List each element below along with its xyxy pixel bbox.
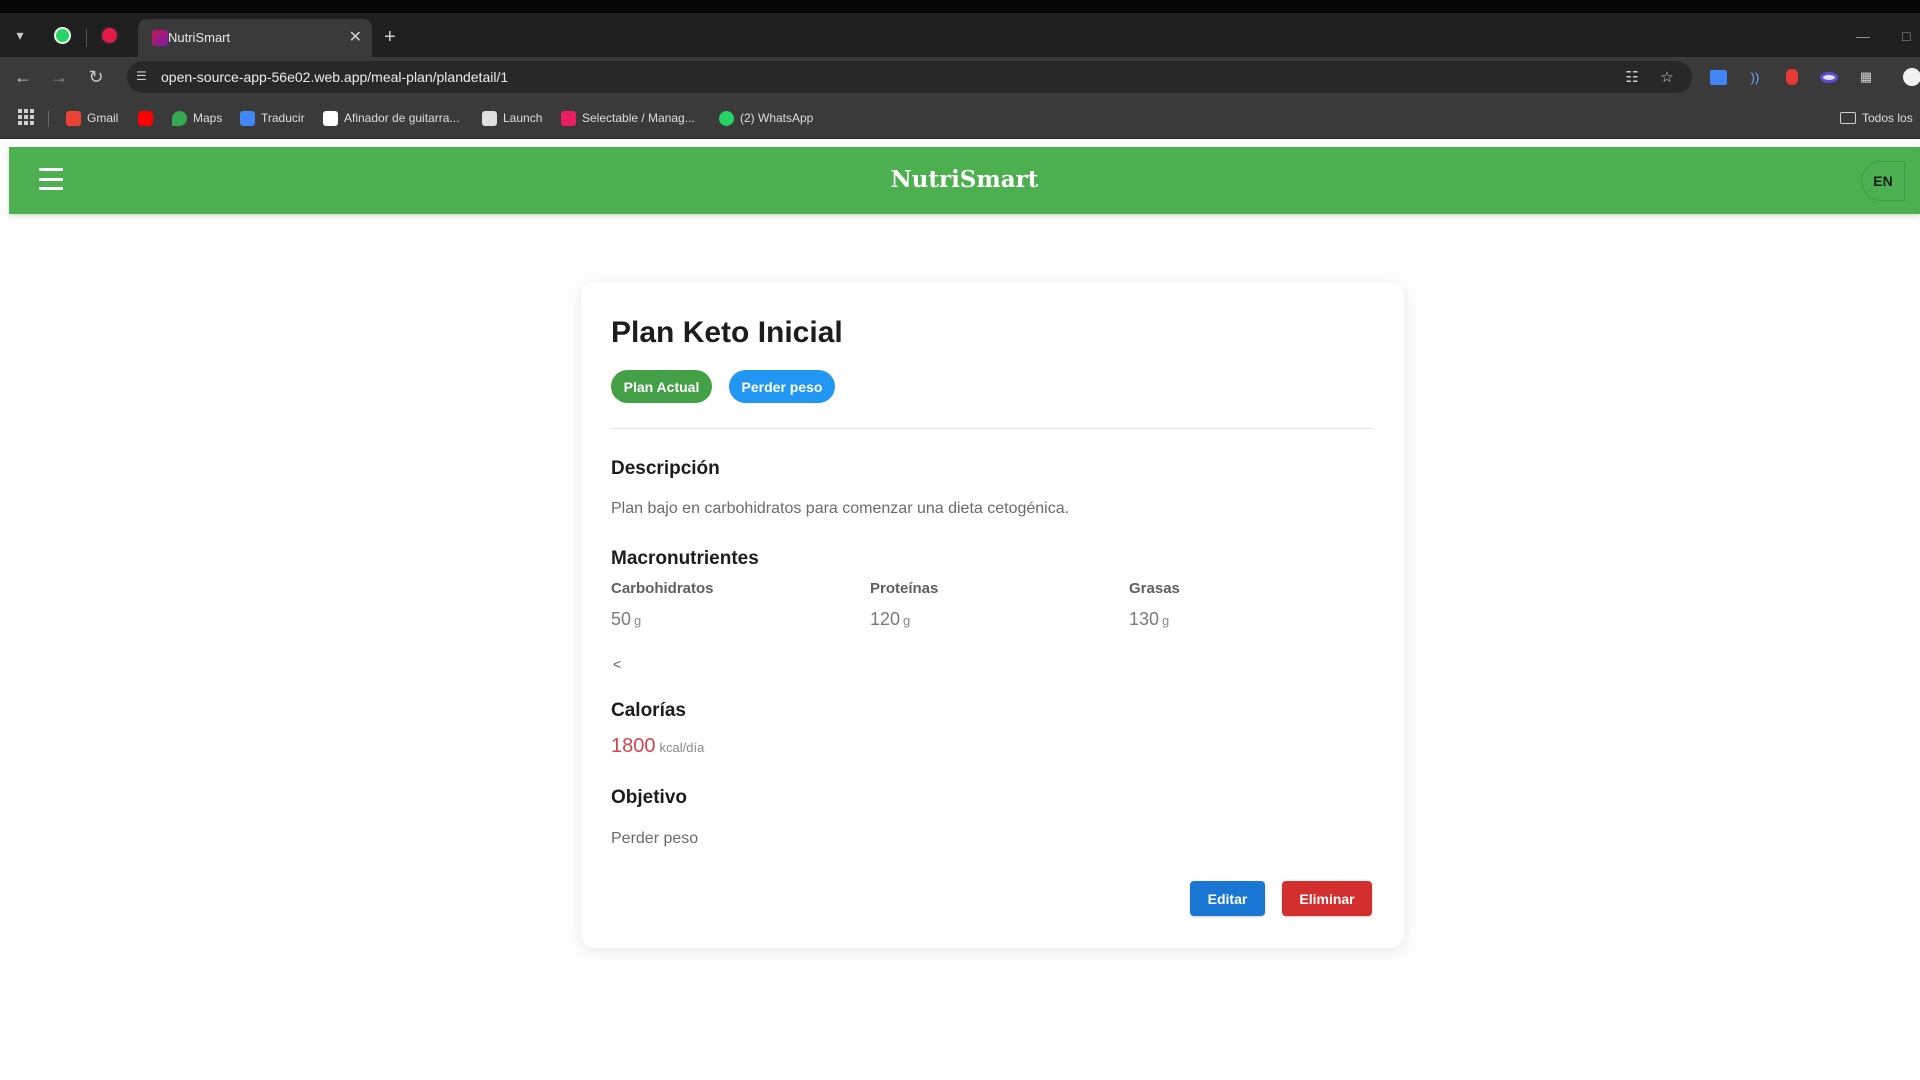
tab-close-icon[interactable]: ✕ — [349, 27, 362, 47]
macro-unit: g — [634, 613, 642, 628]
apps-grid-icon[interactable] — [18, 109, 34, 125]
bookmarks-separator — [48, 111, 49, 127]
browser-toolbar: ← → ↻ ☰ open-source-app-56e02.web.app/me… — [0, 57, 1920, 97]
translate-icon — [240, 110, 255, 126]
whatsapp-icon — [719, 110, 734, 126]
address-bar[interactable]: ☰ open-source-app-56e02.web.app/meal-pla… — [127, 61, 1692, 93]
bookmarks-folder[interactable]: Todos los — [1840, 107, 1913, 129]
badge-current-plan: Plan Actual — [611, 370, 712, 403]
bookmark-label: Afinador de guitarra... — [344, 111, 460, 125]
tab-search-chevron-icon[interactable]: ▾ — [6, 21, 34, 49]
macro-value: 50 — [611, 609, 632, 629]
new-tab-icon[interactable]: + — [384, 26, 396, 49]
web-page: NutriSmart EN Plan Keto Inicial Plan Act… — [0, 140, 1920, 1080]
tab-strip: ▾ NutriSmart ✕ + — □ — [0, 13, 1920, 57]
read-aloud-extension-icon[interactable]: )) — [1743, 65, 1767, 89]
url-text[interactable]: open-source-app-56e02.web.app/meal-plan/… — [161, 69, 508, 85]
extensions-puzzle-icon[interactable]: ▦ — [1854, 65, 1878, 89]
folder-icon — [1840, 112, 1856, 124]
window-top-edge — [0, 0, 1920, 13]
nutrismart-favicon-icon — [152, 30, 168, 46]
profile-avatar-icon[interactable] — [1900, 65, 1920, 89]
delete-button[interactable]: Eliminar — [1282, 881, 1372, 916]
app-header: NutriSmart EN — [9, 147, 1920, 214]
bookmark-selectable[interactable]: Selectable / Manag... — [561, 107, 695, 129]
macro-value: 120 — [870, 609, 901, 629]
reload-icon[interactable]: ↻ — [84, 65, 108, 89]
description-text: Plan bajo en carbohidratos para comenzar… — [611, 500, 1070, 517]
tab-separator — [86, 29, 87, 47]
bookmark-label: Launch — [503, 111, 543, 125]
tab-nutrismart[interactable]: NutriSmart ✕ — [138, 19, 372, 57]
bookmark-traducir[interactable]: Traducir — [240, 107, 305, 129]
bookmarks-folder-label: Todos los — [1862, 111, 1913, 125]
macro-unit: g — [1162, 613, 1170, 628]
objective-text: Perder peso — [611, 830, 699, 847]
plan-title: Plan Keto Inicial — [611, 316, 843, 349]
tab-title: NutriSmart — [168, 30, 231, 45]
macro-value-row: 120 g — [870, 609, 1110, 630]
plan-detail-card: Plan Keto Inicial Plan Actual Perder pes… — [581, 282, 1404, 948]
red-extension-icon[interactable] — [1780, 65, 1804, 89]
stray-character: < — [613, 656, 622, 672]
bookmark-label: Traducir — [261, 111, 305, 125]
whatsapp-icon — [53, 26, 71, 44]
translate-extension-icon[interactable] — [1706, 65, 1730, 89]
minimize-icon[interactable]: — — [1856, 28, 1870, 44]
calories-value: 1800 — [611, 735, 656, 757]
calories-row: 1800 kcal/día — [611, 735, 704, 758]
back-arrow-icon[interactable]: ← — [11, 65, 35, 89]
pinned-tab-media[interactable] — [96, 22, 122, 48]
macro-label: Proteínas — [870, 580, 939, 597]
selectable-icon — [561, 110, 576, 126]
eye-extension-icon[interactable] — [1817, 65, 1841, 89]
macro-carbs: Carbohidratos 50 g — [611, 580, 851, 630]
macro-fat: Grasas 130 g — [1129, 580, 1369, 630]
macro-unit: g — [903, 613, 911, 628]
macro-value-row: 50 g — [611, 609, 851, 630]
bookmark-whatsapp[interactable]: (2) WhatsApp — [719, 107, 813, 129]
macro-protein: Proteínas 120 g — [870, 580, 1110, 630]
youtube-icon — [138, 110, 153, 126]
maps-pin-icon — [172, 110, 187, 126]
macro-value-row: 130 g — [1129, 609, 1369, 630]
bookmark-label: (2) WhatsApp — [740, 111, 814, 125]
pinned-tab-whatsapp[interactable] — [49, 22, 75, 48]
calories-heading: Calorías — [611, 700, 686, 721]
bookmark-star-icon[interactable]: ☆ — [1657, 67, 1677, 87]
macros-heading: Macronutrientes — [611, 548, 759, 569]
forward-arrow-icon[interactable]: → — [47, 65, 71, 89]
objective-heading: Objetivo — [611, 787, 688, 808]
edit-button[interactable]: Editar — [1190, 881, 1265, 916]
macro-label: Grasas — [1129, 580, 1180, 597]
site-settings-icon[interactable]: ☰ — [136, 69, 152, 85]
bookmark-youtube[interactable] — [138, 107, 153, 129]
bookmark-label: Gmail — [87, 111, 119, 125]
macro-value: 130 — [1129, 609, 1160, 629]
macro-label: Carbohidratos — [611, 580, 714, 597]
bookmarks-bar: Gmail Maps Traducir Afinador de guitarra… — [0, 97, 1920, 139]
launch-icon — [482, 110, 497, 126]
translate-icon[interactable]: ☷ — [1622, 67, 1642, 87]
restore-icon[interactable]: □ — [1902, 28, 1910, 44]
bookmark-label: Maps — [193, 111, 223, 125]
page-icon — [323, 110, 338, 126]
screen: ▾ NutriSmart ✕ + — □ ← → ↻ ☰ open-source… — [0, 0, 1920, 1080]
bookmark-afinador[interactable]: Afinador de guitarra... — [323, 107, 459, 129]
bookmark-launch[interactable]: Launch — [482, 107, 542, 129]
media-app-icon — [101, 27, 117, 43]
language-toggle-button[interactable]: EN — [1861, 161, 1905, 201]
badge-goal: Perder peso — [729, 370, 835, 403]
bookmark-maps[interactable]: Maps — [172, 107, 222, 129]
calories-unit: kcal/día — [659, 740, 705, 755]
app-brand[interactable]: NutriSmart — [9, 166, 1920, 193]
bookmark-gmail[interactable]: Gmail — [66, 107, 118, 129]
description-heading: Descripción — [611, 458, 720, 479]
bookmark-label: Selectable / Manag... — [582, 111, 695, 125]
gmail-icon — [66, 110, 81, 126]
divider — [611, 428, 1372, 429]
